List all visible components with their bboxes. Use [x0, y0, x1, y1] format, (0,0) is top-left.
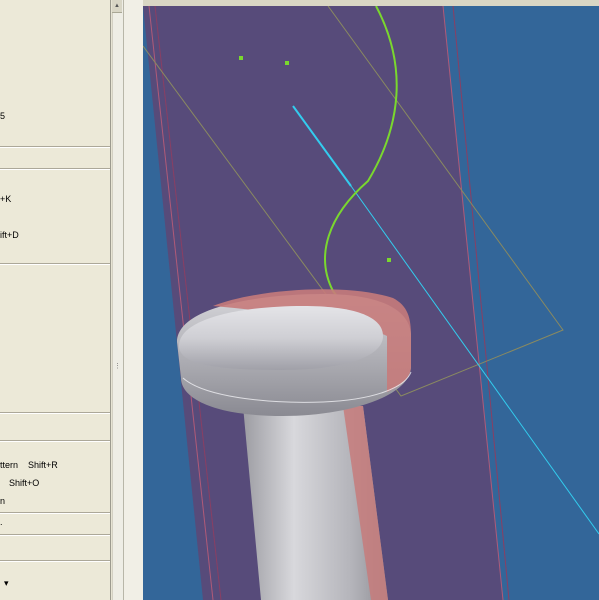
menu-item-2[interactable]: +K [0, 193, 11, 206]
sketch-point [387, 258, 391, 262]
scroll-grip-icon: ⋮ [114, 363, 121, 370]
menu-item-6[interactable]: n [0, 495, 5, 508]
menu-item-1[interactable]: 5 [0, 110, 5, 123]
menu-item-label: +K [0, 194, 12, 204]
app-window: 5 +K ift+D ttern Shift+R Shift+O n . ▾ ▲… [0, 0, 599, 600]
menu-separator [0, 560, 110, 562]
menu-separator [0, 534, 110, 536]
menu-item-label: n [0, 496, 6, 506]
menu-separator [0, 168, 110, 170]
graphics-viewport[interactable] [143, 6, 599, 600]
menu-item-label: ift+D [0, 230, 19, 240]
menu-item-expand[interactable]: ▾ [4, 577, 9, 590]
menu-item-3[interactable]: ift+D [0, 229, 19, 242]
model-scene [143, 6, 599, 600]
scroll-up-arrow-icon[interactable]: ▲ [112, 0, 122, 13]
menu-item-label: ttern [0, 460, 19, 470]
menu-item-label: . [0, 517, 3, 527]
menu-item-shortcut: Shift+R [28, 460, 58, 470]
chevron-down-icon: ▾ [4, 578, 9, 588]
menu-item-shortcut: Shift+O [9, 478, 40, 488]
vertical-scrollbar[interactable] [112, 0, 123, 600]
menu-separator [0, 512, 110, 514]
viewport-frame [123, 0, 144, 600]
menu-item-7[interactable]: . [0, 516, 3, 529]
menu-separator [0, 146, 110, 148]
menu-item-pattern[interactable]: ttern Shift+R [0, 459, 58, 472]
menu-item-label: 5 [0, 111, 6, 121]
menu-separator [0, 440, 110, 442]
menu-separator [0, 412, 110, 414]
sketch-point [239, 56, 243, 60]
context-menu: 5 +K ift+D ttern Shift+R Shift+O n . ▾ [0, 0, 111, 600]
menu-separator [0, 263, 110, 265]
sketch-point [285, 61, 289, 65]
